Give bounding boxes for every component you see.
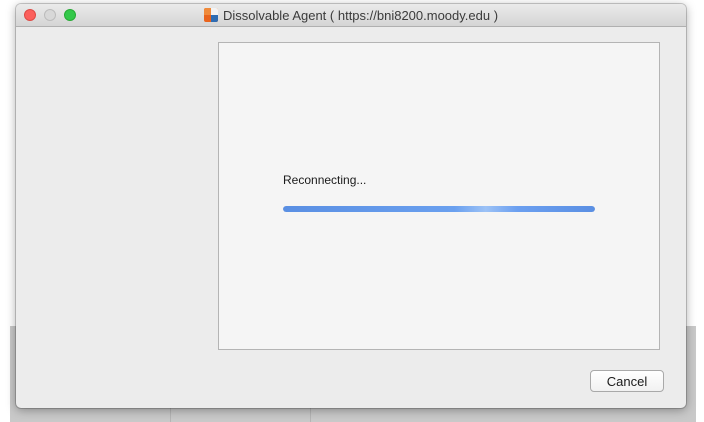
title-container: Dissolvable Agent ( https://bni8200.mood… [16,4,686,26]
title-bar[interactable]: Dissolvable Agent ( https://bni8200.mood… [16,4,686,27]
app-logo-icon [203,8,218,22]
window-title: Dissolvable Agent ( https://bni8200.mood… [222,7,499,23]
cancel-button[interactable]: Cancel [590,370,664,392]
agent-window: Dissolvable Agent ( https://bni8200.mood… [16,4,686,408]
status-panel: Reconnecting... [218,42,660,350]
progress-bar-fill [283,206,595,212]
progress-bar [283,206,595,212]
status-message: Reconnecting... [283,173,367,187]
